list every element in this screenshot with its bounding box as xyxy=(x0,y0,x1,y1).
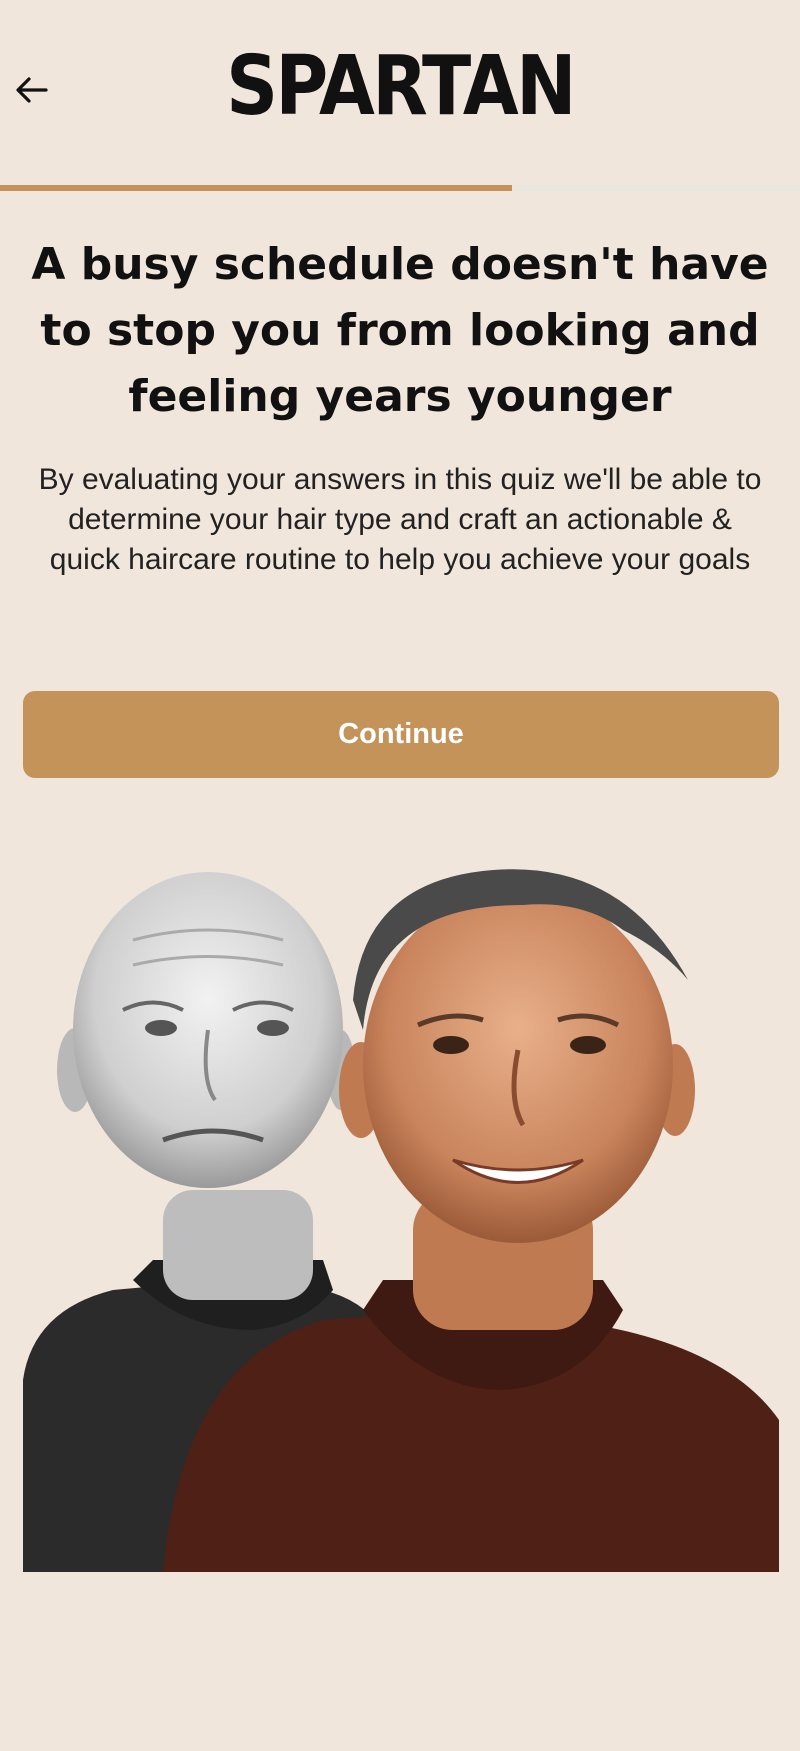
hero-image xyxy=(23,860,779,1572)
description-text: By evaluating your answers in this quiz … xyxy=(38,463,762,576)
continue-button[interactable]: Continue xyxy=(23,691,779,778)
progress-bar xyxy=(0,185,800,191)
before-after-illustration xyxy=(23,869,779,1572)
back-button[interactable] xyxy=(12,70,52,110)
page-title: A busy schedule doesn't have to stop you… xyxy=(31,239,769,422)
progress-bar-fill xyxy=(0,185,512,191)
arrow-left-icon xyxy=(16,77,48,103)
brand-logo: SPARTAN xyxy=(226,39,576,134)
header: SPARTAN xyxy=(0,0,800,185)
